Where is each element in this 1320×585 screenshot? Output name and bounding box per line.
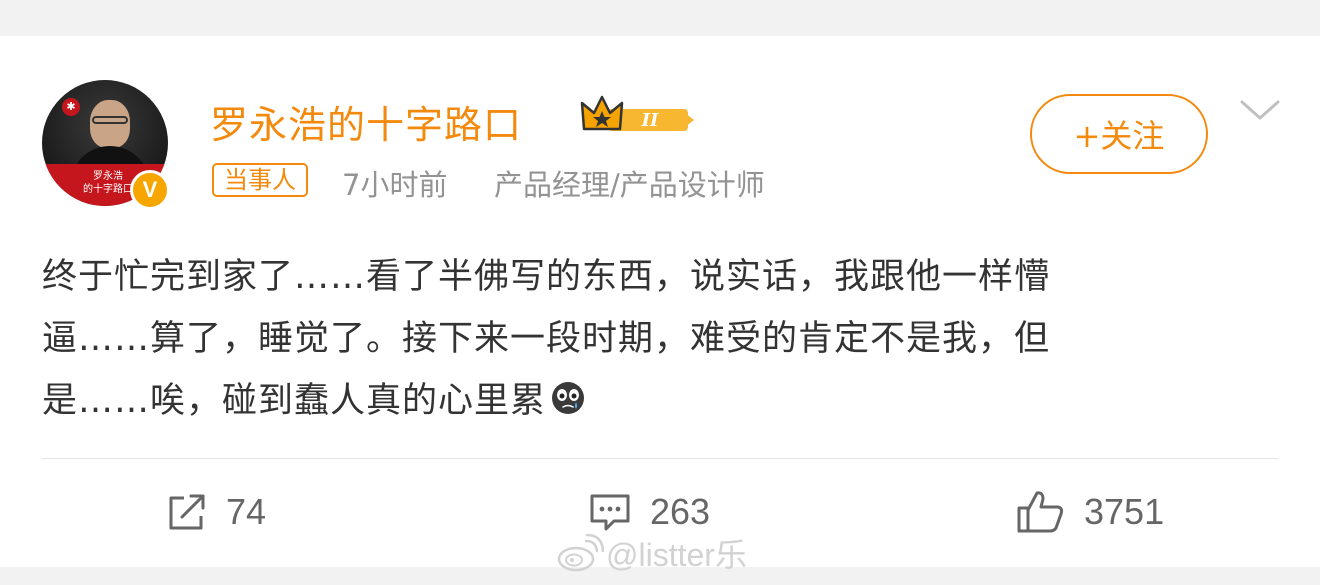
divider <box>42 458 1278 459</box>
post-content-line: 是……唉，碰到蠢人真的心里累 <box>42 370 1202 432</box>
watermark: @listter乐 <box>556 530 747 576</box>
watermark-text: @listter乐 <box>606 537 747 573</box>
verified-badge-icon: V <box>130 170 170 210</box>
post-content: 终于忙完到家了……看了半佛写的东西，说实话，我跟他一样懵 逼……算了，睡觉了。接… <box>42 246 1202 432</box>
post-content-text: 是……唉，碰到蠢人真的心里累 <box>42 381 547 421</box>
crown-icon[interactable]: II <box>580 95 696 137</box>
avatar-logo-icon: ✱ <box>62 98 80 116</box>
weibo-logo-icon <box>557 533 604 572</box>
status-badge: 当事人 <box>212 163 308 197</box>
like-button[interactable]: 3751 <box>1016 482 1164 542</box>
share-icon <box>169 494 205 530</box>
comment-icon <box>590 494 630 531</box>
weibo-post-card: ✱ 罗永浩 的十字路口 V 罗永浩的十字路口 II 当事人 7小时前 产品经理/… <box>0 36 1320 573</box>
repost-count: 74 <box>226 491 267 532</box>
post-time[interactable]: 7小时前 <box>342 162 447 204</box>
repost-button[interactable]: 74 <box>166 482 266 542</box>
post-content-line: 逼……算了，睡觉了。接下来一段时期，难受的肯定不是我，但 <box>42 319 1051 359</box>
avatar-caption-line1: 罗永浩 <box>93 171 123 182</box>
comment-count: 263 <box>650 491 711 532</box>
follow-button[interactable]: +关注 <box>1030 94 1208 174</box>
chevron-down-icon[interactable] <box>1238 96 1282 124</box>
thumbs-up-icon <box>1017 491 1064 533</box>
vip-level-label: II <box>641 110 659 131</box>
post-content-line: 终于忙完到家了……看了半佛写的东西，说实话，我跟他一样懵 <box>42 257 1051 297</box>
avatar-face <box>90 100 130 148</box>
like-count: 3751 <box>1084 491 1165 532</box>
author-name[interactable]: 罗永浩的十字路口 <box>210 94 522 149</box>
crying-emoji-icon <box>552 382 585 414</box>
avatar-caption: 罗永浩 的十字路口 <box>78 170 138 196</box>
avatar-caption-line2: 的十字路口 <box>83 184 133 195</box>
avatar-glasses <box>92 116 128 124</box>
author-description: 产品经理/产品设计师 <box>494 168 765 202</box>
